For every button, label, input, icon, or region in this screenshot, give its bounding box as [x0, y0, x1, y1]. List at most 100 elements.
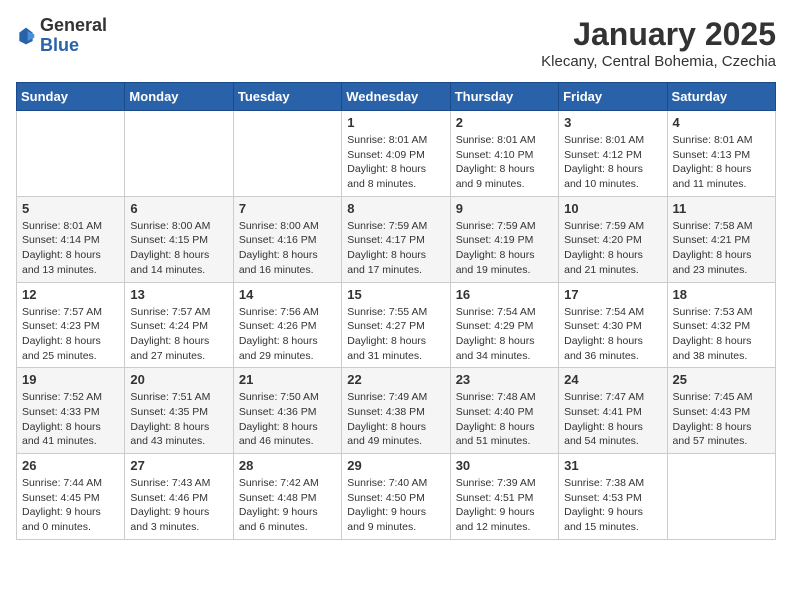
cell-content: Sunrise: 7:47 AMSunset: 4:41 PMDaylight:…	[564, 390, 661, 449]
calendar-cell: 23Sunrise: 7:48 AMSunset: 4:40 PMDayligh…	[450, 368, 558, 454]
calendar-cell	[233, 111, 341, 197]
calendar-cell: 31 Sunrise: 7:38 AMSunset: 4:53 PMDayligh…	[559, 454, 667, 540]
day-number: 24	[564, 372, 661, 387]
day-number: 11	[673, 201, 770, 216]
logo: General Blue	[16, 16, 107, 56]
title-block: January 2025 Klecany, Central Bohemia, C…	[541, 16, 776, 70]
calendar-cell: 22Sunrise: 7:49 AMSunset: 4:38 PMDayligh…	[342, 368, 450, 454]
cell-content: Sunrise: 7:53 AMSunset: 4:32 PMDaylight:…	[673, 305, 770, 364]
day-number: 4	[673, 115, 770, 130]
weekday-header: Saturday	[667, 83, 775, 111]
day-number: 10	[564, 201, 661, 216]
month-title: January 2025	[541, 16, 776, 53]
logo-general-text: General	[40, 16, 107, 36]
day-number: 5	[22, 201, 119, 216]
cell-content: Sunrise: 7:59 AMSunset: 4:20 PMDaylight:…	[564, 219, 661, 278]
cell-content: Sunrise: 7:59 AMSunset: 4:19 PMDaylight:…	[456, 219, 553, 278]
calendar-cell: 2 Sunrise: 8:01 AMSunset: 4:10 PMDaylight…	[450, 111, 558, 197]
weekday-header: Monday	[125, 83, 233, 111]
cell-content: Sunrise: 7:54 AMSunset: 4:30 PMDaylight:…	[564, 305, 661, 364]
weekday-header: Thursday	[450, 83, 558, 111]
day-number: 2	[456, 115, 553, 130]
cell-content: Sunrise: 7:49 AMSunset: 4:38 PMDaylight:…	[347, 390, 444, 449]
day-number: 14	[239, 287, 336, 302]
cell-content: Sunrise: 7:56 AMSunset: 4:26 PMDaylight:…	[239, 305, 336, 364]
calendar-cell: 28 Sunrise: 7:42 AMSunset: 4:48 PMDayligh…	[233, 454, 341, 540]
calendar-cell: 21Sunrise: 7:50 AMSunset: 4:36 PMDayligh…	[233, 368, 341, 454]
cell-content: Sunrise: 7:51 AMSunset: 4:35 PMDaylight:…	[130, 390, 227, 449]
calendar-cell: 27 Sunrise: 7:43 AMSunset: 4:46 PMDayligh…	[125, 454, 233, 540]
cell-content: Sunrise: 8:01 AMSunset: 4:10 PMDaylight:…	[456, 133, 553, 192]
calendar-week-row: 12 Sunrise: 7:57 AMSunset: 4:23 PMDayligh…	[17, 282, 776, 368]
weekday-header: Wednesday	[342, 83, 450, 111]
cell-content: Sunrise: 7:38 AMSunset: 4:53 PMDaylight:…	[564, 476, 661, 535]
calendar-cell: 9 Sunrise: 7:59 AMSunset: 4:19 PMDaylight…	[450, 196, 558, 282]
day-number: 25	[673, 372, 770, 387]
cell-content: Sunrise: 8:00 AMSunset: 4:16 PMDaylight:…	[239, 219, 336, 278]
calendar-cell: 1Sunrise: 8:01 AMSunset: 4:09 PMDaylight…	[342, 111, 450, 197]
calendar-cell: 19 Sunrise: 7:52 AMSunset: 4:33 PMDayligh…	[17, 368, 125, 454]
cell-content: Sunrise: 7:42 AMSunset: 4:48 PMDaylight:…	[239, 476, 336, 535]
calendar-cell: 3Sunrise: 8:01 AMSunset: 4:12 PMDaylight…	[559, 111, 667, 197]
cell-content: Sunrise: 7:57 AMSunset: 4:23 PMDaylight:…	[22, 305, 119, 364]
day-number: 28	[239, 458, 336, 473]
calendar-cell: 10 Sunrise: 7:59 AMSunset: 4:20 PMDayligh…	[559, 196, 667, 282]
calendar-week-row: 19 Sunrise: 7:52 AMSunset: 4:33 PMDayligh…	[17, 368, 776, 454]
day-number: 19	[22, 372, 119, 387]
cell-content: Sunrise: 7:52 AMSunset: 4:33 PMDaylight:…	[22, 390, 119, 449]
calendar-cell: 6Sunrise: 8:00 AMSunset: 4:15 PMDaylight…	[125, 196, 233, 282]
calendar-cell: 12 Sunrise: 7:57 AMSunset: 4:23 PMDayligh…	[17, 282, 125, 368]
calendar-week-row: 5 Sunrise: 8:01 AMSunset: 4:14 PMDaylight…	[17, 196, 776, 282]
cell-content: Sunrise: 7:44 AMSunset: 4:45 PMDaylight:…	[22, 476, 119, 535]
calendar-cell	[17, 111, 125, 197]
day-number: 17	[564, 287, 661, 302]
cell-content: Sunrise: 7:58 AMSunset: 4:21 PMDaylight:…	[673, 219, 770, 278]
day-number: 15	[347, 287, 444, 302]
cell-content: Sunrise: 8:01 AMSunset: 4:09 PMDaylight:…	[347, 133, 444, 192]
calendar-cell: 26Sunrise: 7:44 AMSunset: 4:45 PMDayligh…	[17, 454, 125, 540]
weekday-header: Sunday	[17, 83, 125, 111]
calendar-cell: 7Sunrise: 8:00 AMSunset: 4:16 PMDaylight…	[233, 196, 341, 282]
weekday-header: Friday	[559, 83, 667, 111]
calendar-cell: 11 Sunrise: 7:58 AMSunset: 4:21 PMDayligh…	[667, 196, 775, 282]
weekday-header: Tuesday	[233, 83, 341, 111]
day-number: 31	[564, 458, 661, 473]
cell-content: Sunrise: 7:40 AMSunset: 4:50 PMDaylight:…	[347, 476, 444, 535]
logo-text: General Blue	[40, 16, 107, 56]
calendar-cell: 30 Sunrise: 7:39 AMSunset: 4:51 PMDayligh…	[450, 454, 558, 540]
day-number: 3	[564, 115, 661, 130]
cell-content: Sunrise: 7:39 AMSunset: 4:51 PMDaylight:…	[456, 476, 553, 535]
calendar-cell: 18 Sunrise: 7:53 AMSunset: 4:32 PMDayligh…	[667, 282, 775, 368]
cell-content: Sunrise: 7:43 AMSunset: 4:46 PMDaylight:…	[130, 476, 227, 535]
cell-content: Sunrise: 7:59 AMSunset: 4:17 PMDaylight:…	[347, 219, 444, 278]
logo-blue-text: Blue	[40, 36, 107, 56]
calendar-table: SundayMondayTuesdayWednesdayThursdayFrid…	[16, 82, 776, 540]
day-number: 27	[130, 458, 227, 473]
calendar-cell	[125, 111, 233, 197]
calendar-cell: 14 Sunrise: 7:56 AMSunset: 4:26 PMDayligh…	[233, 282, 341, 368]
calendar-cell: 17 Sunrise: 7:54 AMSunset: 4:30 PMDayligh…	[559, 282, 667, 368]
calendar-cell: 8Sunrise: 7:59 AMSunset: 4:17 PMDaylight…	[342, 196, 450, 282]
day-number: 9	[456, 201, 553, 216]
day-number: 21	[239, 372, 336, 387]
day-number: 30	[456, 458, 553, 473]
calendar-cell: 29 Sunrise: 7:40 AMSunset: 4:50 PMDayligh…	[342, 454, 450, 540]
calendar-cell: 4 Sunrise: 8:01 AMSunset: 4:13 PMDaylight…	[667, 111, 775, 197]
calendar-cell: 20Sunrise: 7:51 AMSunset: 4:35 PMDayligh…	[125, 368, 233, 454]
calendar-cell: 5 Sunrise: 8:01 AMSunset: 4:14 PMDaylight…	[17, 196, 125, 282]
calendar-cell: 16Sunrise: 7:54 AMSunset: 4:29 PMDayligh…	[450, 282, 558, 368]
day-number: 29	[347, 458, 444, 473]
logo-icon	[16, 26, 36, 46]
cell-content: Sunrise: 8:01 AMSunset: 4:14 PMDaylight:…	[22, 219, 119, 278]
calendar-week-row: 26Sunrise: 7:44 AMSunset: 4:45 PMDayligh…	[17, 454, 776, 540]
day-number: 16	[456, 287, 553, 302]
day-number: 18	[673, 287, 770, 302]
day-number: 13	[130, 287, 227, 302]
weekday-header-row: SundayMondayTuesdayWednesdayThursdayFrid…	[17, 83, 776, 111]
cell-content: Sunrise: 7:55 AMSunset: 4:27 PMDaylight:…	[347, 305, 444, 364]
calendar-cell: 25 Sunrise: 7:45 AMSunset: 4:43 PMDayligh…	[667, 368, 775, 454]
cell-content: Sunrise: 8:01 AMSunset: 4:13 PMDaylight:…	[673, 133, 770, 192]
cell-content: Sunrise: 7:45 AMSunset: 4:43 PMDaylight:…	[673, 390, 770, 449]
page-header: General Blue January 2025 Klecany, Centr…	[16, 16, 776, 70]
day-number: 12	[22, 287, 119, 302]
